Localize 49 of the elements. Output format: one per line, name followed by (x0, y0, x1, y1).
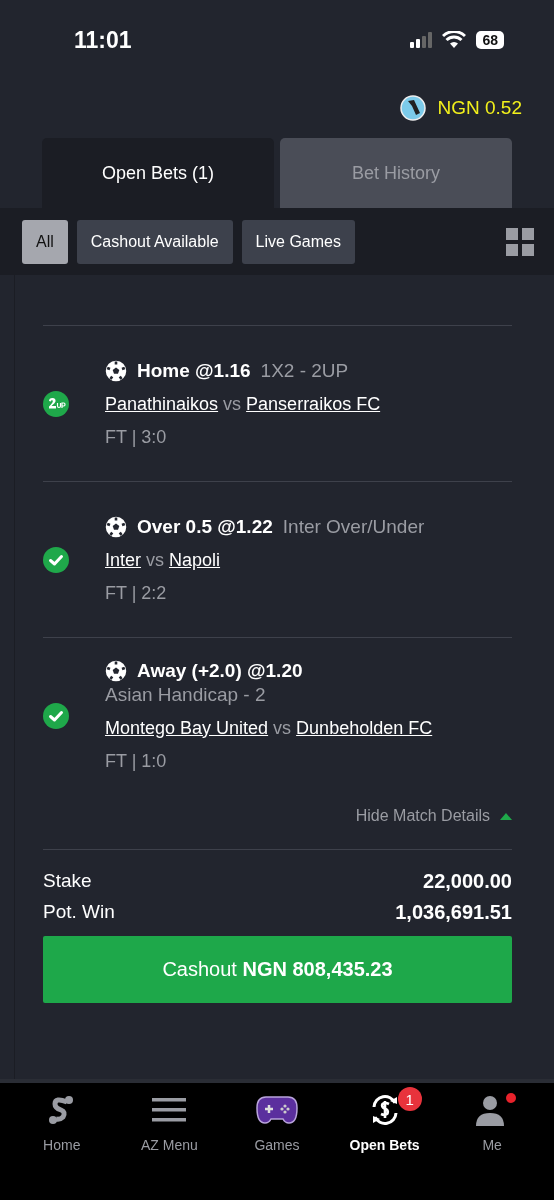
grid-view-icon[interactable] (506, 227, 534, 256)
soccer-ball-icon (105, 659, 127, 682)
filter-chip[interactable]: All (22, 219, 68, 264)
bet-pick: Home @1.16 (137, 359, 251, 382)
wifi-icon (442, 31, 467, 49)
team-link[interactable]: Montego Bay United (105, 717, 269, 739)
tab[interactable]: Open Bets (1) (42, 138, 274, 208)
versus-label: vs (273, 717, 292, 739)
summary-label: Pot. Win (43, 901, 115, 924)
team-link[interactable]: Napoli (169, 549, 221, 571)
team-link[interactable]: Panathinaikos (105, 393, 219, 415)
clock-time: 11:01 (74, 26, 132, 54)
avatar-icon (399, 95, 426, 121)
caret-up-icon (500, 812, 512, 820)
filter-chip[interactable]: Cashout Available (76, 219, 233, 264)
nav-item[interactable]: Home (11, 1083, 112, 1200)
team-link[interactable]: Panserraikos FC (246, 393, 381, 415)
soccer-ball-icon (105, 359, 127, 382)
nav-item[interactable]: AZ Menu (119, 1083, 220, 1200)
summary-value: 1,036,691.51 (395, 901, 512, 924)
nav-item[interactable]: Games (227, 1083, 327, 1200)
check-circle-icon (43, 702, 69, 729)
gamepad-icon (256, 1096, 298, 1124)
balance-amount: NGN 0.52 (437, 97, 522, 119)
team-link[interactable]: Dunbeholden FC (296, 717, 433, 739)
filter-chip[interactable]: Live Games (241, 219, 355, 264)
hide-details-toggle[interactable]: Hide Match Details (355, 807, 512, 825)
nav-item[interactable]: 1 Open Bets (334, 1083, 435, 1200)
match-result: FT | 3:0 (105, 426, 168, 448)
market-name: Inter Over/Under (282, 515, 425, 538)
bet-pick: Over 0.5 @1.22 (137, 515, 273, 538)
notification-badge: 1 (397, 1087, 422, 1111)
market-name: 1X2 - 2UP (260, 359, 349, 382)
two-up-badge-icon (43, 390, 69, 417)
battery-level: 68 (476, 31, 504, 49)
menu-icon (152, 1097, 187, 1123)
nav-item[interactable]: Me (442, 1083, 543, 1200)
signal-icon (410, 32, 433, 48)
match-result: FT | 2:2 (105, 582, 168, 604)
summary-label: Stake (43, 870, 92, 893)
versus-label: vs (146, 549, 165, 571)
check-circle-icon (43, 546, 69, 573)
versus-label: vs (223, 393, 242, 415)
soccer-ball-icon (105, 515, 127, 538)
bet-pick: Away (+2.0) @1.20 (137, 659, 303, 682)
summary-value: 22,000.00 (423, 870, 512, 893)
match-result: FT | 1:0 (105, 750, 168, 772)
market-name: Asian Handicap - 2 (105, 683, 267, 706)
team-link[interactable]: Inter (105, 549, 142, 571)
